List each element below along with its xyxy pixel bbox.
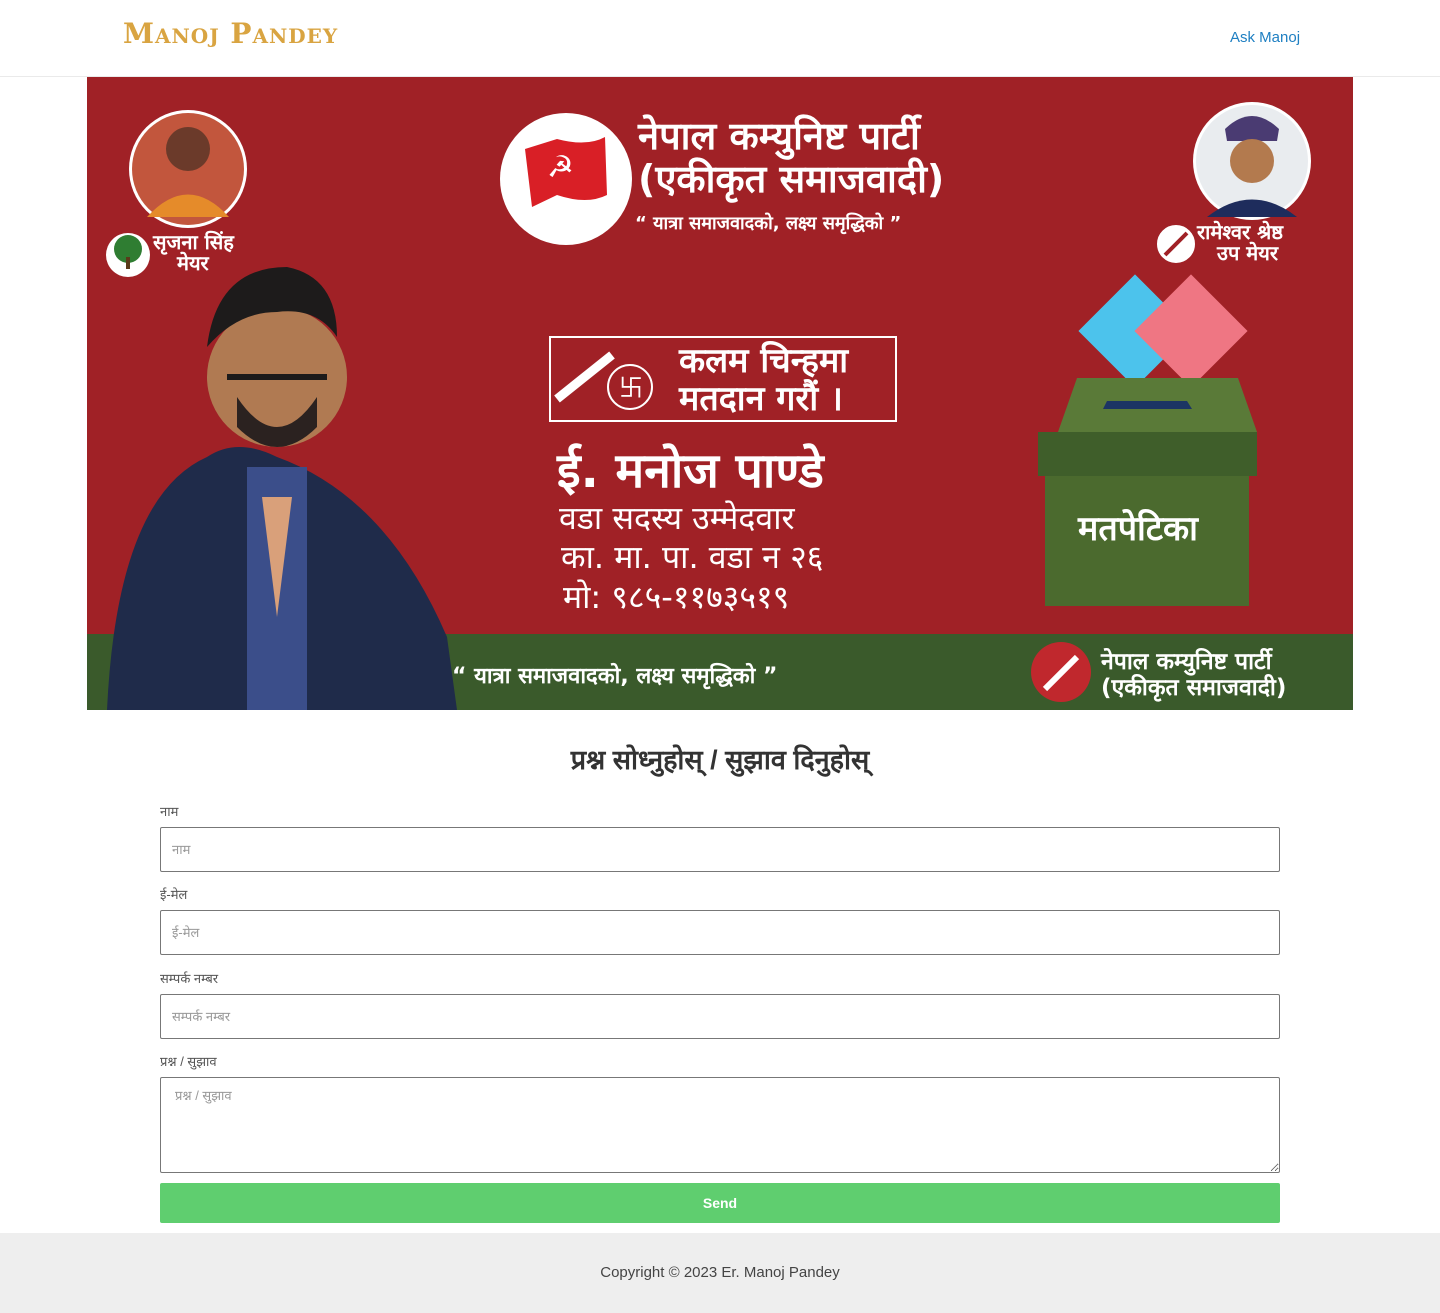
site-logo[interactable]: Manoj Pandey	[123, 16, 338, 52]
banner-slogan: “ यात्रा समाजवादको, लक्ष्य समृद्धिको ”	[635, 212, 901, 235]
mayor-title: मेयर	[176, 251, 210, 275]
name-input[interactable]	[160, 827, 1280, 872]
candidate-ward: का. मा. पा. वडा न २६	[561, 538, 823, 576]
copyright-text: Copyright © 2023 Er. Manoj Pandey	[600, 1264, 840, 1281]
svg-text:卐: 卐	[619, 374, 643, 402]
ballot-box-label: मतपेटिका	[1077, 508, 1199, 549]
deputy-mayor-title: उप मेयर	[1216, 241, 1279, 265]
message-label: प्रश्न / सुझाव	[160, 1054, 217, 1069]
campaign-banner: ☭ नेपाल कम्युनिष्ट पार्टी (एकीकृत समाजवा…	[87, 77, 1353, 710]
site-footer: Copyright © 2023 Er. Manoj Pandey	[0, 1233, 1440, 1313]
vote-line2: मतदान गरौं ।	[678, 378, 843, 419]
svg-text:☭: ☭	[547, 150, 574, 185]
footer-slogan: “ यात्रा समाजवादको, लक्ष्य समृद्धिको ”	[452, 662, 778, 690]
phone-label: सम्पर्क नम्बर	[160, 971, 219, 986]
candidate-phone: मो: ९८५-११७३५१९	[563, 578, 789, 616]
vote-line1: कलम चिन्हमा	[678, 340, 849, 381]
party-name-line2: (एकीकृत समाजवादी)	[638, 157, 944, 203]
form-title: प्रश्न सोध्नुहोस् / सुझाव दिनुहोस्	[570, 745, 870, 775]
candidate-role: वडा सदस्य उम्मेदवार	[559, 499, 795, 537]
site-header: Manoj Pandey Ask Manoj	[0, 0, 1440, 77]
message-textarea[interactable]	[160, 1077, 1280, 1173]
phone-input[interactable]	[160, 994, 1280, 1039]
email-input[interactable]	[160, 910, 1280, 955]
candidate-name: ई. मनोज पाण्डे	[556, 443, 825, 499]
nav-link-ask-manoj[interactable]: Ask Manoj	[1230, 29, 1300, 47]
email-label: ई-मेल	[160, 887, 188, 902]
send-button[interactable]: Send	[160, 1183, 1280, 1223]
footer-party-line2: (एकीकृत समाजवादी)	[1101, 673, 1286, 702]
banner-artwork: ☭ नेपाल कम्युनिष्ट पार्टी (एकीकृत समाजवा…	[106, 102, 1311, 710]
name-label: नाम	[160, 804, 179, 819]
footer-party-line1: नेपाल कम्युनिष्ट पार्टी	[1100, 647, 1274, 676]
party-name-line1: नेपाल कम्युनिष्ट पार्टी	[637, 114, 923, 160]
